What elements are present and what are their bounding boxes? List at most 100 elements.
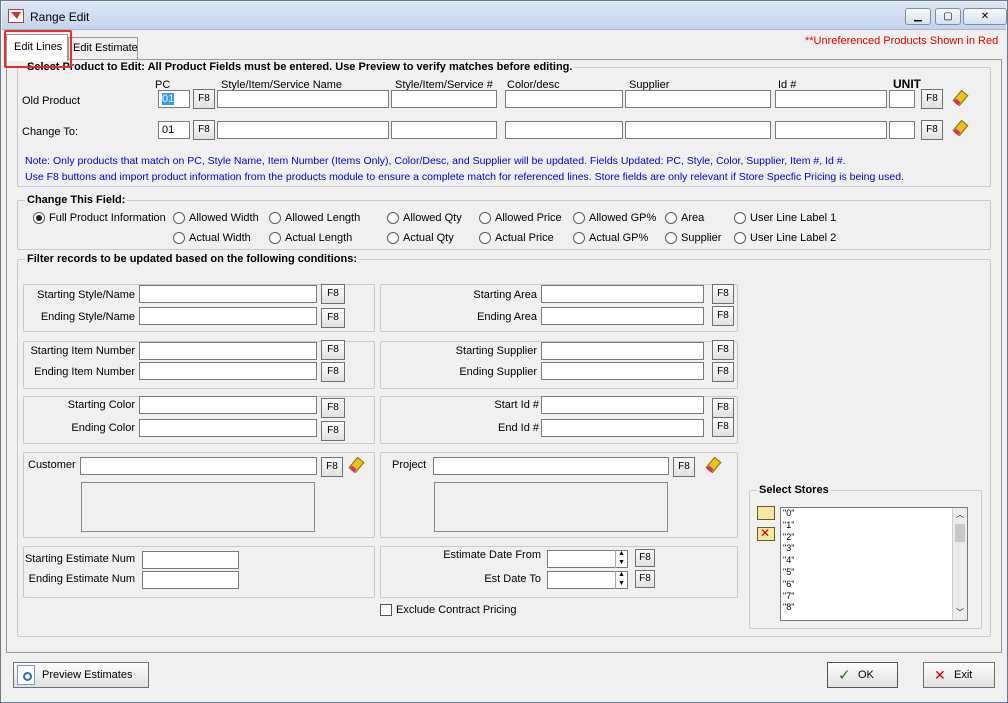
starting-area-field[interactable] <box>541 285 704 303</box>
change-unit-f8-button[interactable]: F8 <box>921 120 943 140</box>
store-item[interactable]: "0" <box>781 508 967 520</box>
store-item[interactable]: "3" <box>781 543 967 555</box>
unreferenced-notice: **Unreferenced Products Shown in Red <box>805 35 999 47</box>
maximize-button[interactable]: ▢ <box>935 8 961 25</box>
starting-area-f8-button[interactable]: F8 <box>712 284 734 304</box>
start-id-field[interactable] <box>541 396 704 414</box>
customer-field[interactable] <box>80 457 317 475</box>
change-supplier-field[interactable] <box>625 121 771 139</box>
end-id-f8-button[interactable]: F8 <box>712 417 734 437</box>
ending-supplier-field[interactable] <box>541 362 704 380</box>
close-button[interactable]: ✕ <box>963 8 1007 25</box>
starting-item-field[interactable] <box>139 342 317 360</box>
old-supplier-field[interactable] <box>625 90 771 108</box>
old-style-num-field[interactable] <box>391 90 497 108</box>
ending-color-f8-button[interactable]: F8 <box>321 421 345 441</box>
ok-button[interactable]: ✓ OK <box>827 662 898 688</box>
customer-f8-button[interactable]: F8 <box>321 457 343 477</box>
radio-allowed-qty-icon <box>387 212 399 224</box>
customer-clear-icon[interactable] <box>347 455 367 475</box>
store-item[interactable]: "6" <box>781 579 967 591</box>
date-to-spinner[interactable]: ▲ ▼ <box>615 571 627 589</box>
ending-supplier-label: Ending Supplier <box>459 366 537 378</box>
radio-user-line-2-label: User Line Label 2 <box>750 232 837 244</box>
date-to-down-icon: ▼ <box>618 580 625 587</box>
old-id-field[interactable] <box>775 90 887 108</box>
ending-estimate-field[interactable] <box>142 571 239 589</box>
starting-supplier-field[interactable] <box>541 342 704 360</box>
stores-heading: Select Stores <box>757 484 831 496</box>
ending-color-label: Ending Color <box>71 422 135 434</box>
starting-color-field[interactable] <box>139 396 317 414</box>
ending-item-field[interactable] <box>139 362 317 380</box>
store-item[interactable]: "1" <box>781 520 967 532</box>
ending-style-f8-button[interactable]: F8 <box>321 308 345 328</box>
select-all-stores-icon[interactable] <box>757 506 775 520</box>
ending-item-f8-button[interactable]: F8 <box>321 362 345 382</box>
starting-supplier-f8-button[interactable]: F8 <box>712 340 734 360</box>
project-clear-icon[interactable] <box>704 455 724 475</box>
change-style-field[interactable] <box>217 121 389 139</box>
old-clear-icon[interactable] <box>951 88 971 108</box>
change-unit-field[interactable] <box>889 121 915 139</box>
note-line-2: Use F8 buttons and import product inform… <box>25 171 904 183</box>
store-item[interactable]: "8" <box>781 602 967 614</box>
ending-item-label: Ending Item Number <box>34 366 135 378</box>
select-product-heading: Select Product to Edit: All Product Fiel… <box>25 61 575 73</box>
preview-estimates-button[interactable]: Preview Estimates <box>13 662 149 688</box>
clear-stores-icon[interactable]: ✕ <box>757 526 775 541</box>
ending-style-field[interactable] <box>139 307 317 325</box>
old-unit-f8-button[interactable]: F8 <box>921 89 943 109</box>
change-pc-f8-button[interactable]: F8 <box>193 120 215 140</box>
starting-style-f8-button[interactable]: F8 <box>321 284 345 304</box>
radio-supplier-icon <box>665 232 677 244</box>
ending-color-field[interactable] <box>139 419 317 437</box>
starting-estimate-field[interactable] <box>142 551 239 569</box>
ending-area-field[interactable] <box>541 307 704 325</box>
starting-item-f8-button[interactable]: F8 <box>321 340 345 360</box>
stores-scrollbar[interactable]: ︿ ﹀ <box>952 508 967 620</box>
radio-full-product-label: Full Product Information <box>49 212 166 224</box>
store-item[interactable]: "7" <box>781 591 967 603</box>
store-item[interactable]: "4" <box>781 555 967 567</box>
old-pc-field[interactable]: 01 <box>158 90 190 108</box>
starting-color-f8-button[interactable]: F8 <box>321 398 345 418</box>
project-field[interactable] <box>433 457 669 475</box>
project-f8-button[interactable]: F8 <box>673 457 695 477</box>
end-id-field[interactable] <box>541 419 704 437</box>
stores-listbox[interactable]: "0" "1" "2" "3" "4" "5" "6" "7" "8" ︿ ﹀ <box>780 507 968 621</box>
window-title: Range Edit <box>30 10 90 24</box>
change-id-field[interactable] <box>775 121 887 139</box>
ending-supplier-f8-button[interactable]: F8 <box>712 362 734 382</box>
est-date-to-f8-button[interactable]: F8 <box>635 570 655 588</box>
old-product-label: Old Product <box>22 95 81 107</box>
change-style-num-field[interactable] <box>391 121 497 139</box>
change-pc-field[interactable]: 01 <box>158 121 190 139</box>
store-item[interactable]: "5" <box>781 567 967 579</box>
scroll-up-icon[interactable]: ︿ <box>953 508 967 522</box>
start-id-f8-button[interactable]: F8 <box>712 398 734 418</box>
col-unit: UNIT <box>893 77 921 91</box>
scroll-thumb[interactable] <box>955 524 965 542</box>
change-clear-icon[interactable] <box>951 118 971 138</box>
radio-area-icon <box>665 212 677 224</box>
ending-area-f8-button[interactable]: F8 <box>712 306 734 326</box>
change-color-field[interactable] <box>505 121 623 139</box>
est-date-to-label: Est Date To <box>484 573 541 585</box>
store-item[interactable]: "2" <box>781 532 967 544</box>
estimate-date-from-f8-button[interactable]: F8 <box>635 549 655 567</box>
radio-allowed-gp-icon <box>573 212 585 224</box>
minimize-button[interactable]: ▁ <box>905 8 931 25</box>
old-style-field[interactable] <box>217 90 389 108</box>
preview-estimates-label: Preview Estimates <box>42 669 133 681</box>
note-line-1: Note: Only products that match on PC, St… <box>25 155 846 167</box>
date-from-spinner[interactable]: ▲ ▼ <box>615 550 627 568</box>
scroll-down-icon[interactable]: ﹀ <box>953 606 967 620</box>
old-unit-field[interactable] <box>889 90 915 108</box>
starting-style-field[interactable] <box>139 285 317 303</box>
exit-button[interactable]: ✕ Exit <box>923 662 995 688</box>
old-color-field[interactable] <box>505 90 623 108</box>
old-pc-f8-button[interactable]: F8 <box>193 89 215 109</box>
exclude-contract-box <box>380 604 392 616</box>
tab-edit-estimate[interactable]: Edit Estimate <box>68 37 138 59</box>
